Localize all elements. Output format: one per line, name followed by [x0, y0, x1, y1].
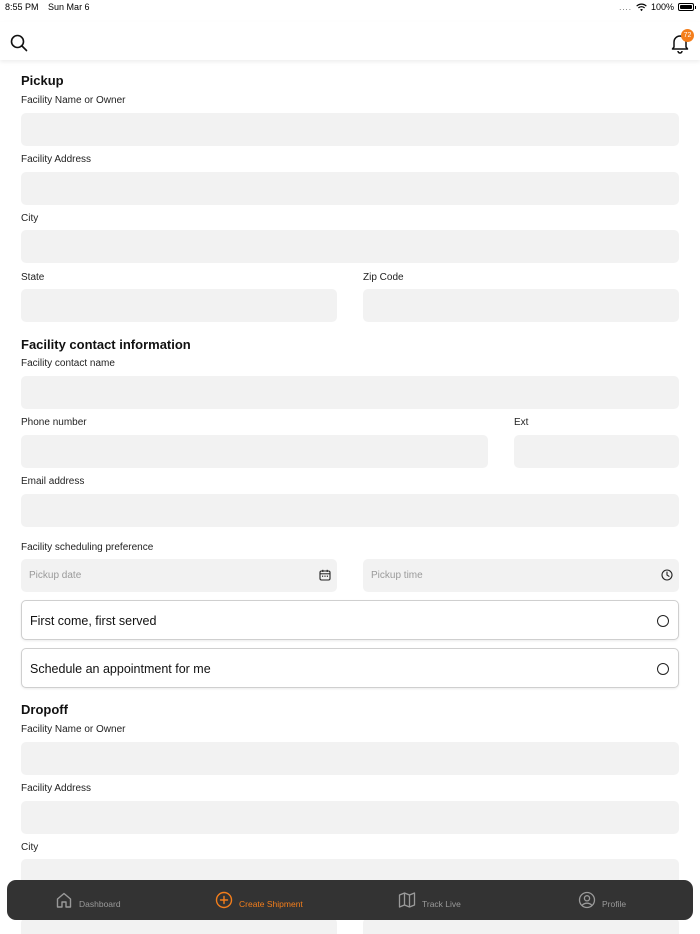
status-right: .... 100% — [619, 2, 696, 12]
map-icon — [398, 892, 416, 908]
status-bar: 8:55 PM Sun Mar 6 .... 100% — [0, 0, 700, 14]
pickup-facility-address-label: Facility Address — [21, 154, 92, 165]
option-schedule-appointment-label: Schedule an appointment for me — [30, 662, 211, 676]
dropoff-title: Dropoff — [21, 702, 68, 717]
pickup-zip-label: Zip Code — [363, 272, 404, 283]
pickup-time-placeholder: Pickup time — [371, 570, 423, 581]
wifi-icon — [636, 3, 647, 11]
dropoff-zip-input[interactable] — [363, 918, 679, 934]
battery-icon — [678, 3, 696, 11]
notifications-button[interactable]: 72 — [669, 29, 694, 54]
tab-create-shipment[interactable]: Create Shipment — [215, 880, 303, 920]
top-bar: 72 — [0, 22, 700, 60]
pickup-date-input[interactable]: Pickup date — [21, 559, 337, 592]
user-circle-icon — [578, 891, 596, 909]
dropoff-city-label: City — [21, 842, 39, 853]
calendar-icon[interactable] — [319, 569, 331, 581]
dropoff-facility-name-label: Facility Name or Owner — [21, 724, 126, 735]
pickup-state-label: State — [21, 272, 45, 283]
tab-dashboard[interactable]: Dashboard — [55, 880, 121, 920]
option-first-come-label: First come, first served — [30, 614, 157, 628]
option-first-come-radio[interactable] — [657, 615, 669, 627]
clock-icon[interactable] — [661, 569, 673, 581]
status-time: 8:55 PM — [5, 2, 39, 12]
home-icon — [56, 892, 72, 908]
dropoff-facility-address-input[interactable] — [21, 801, 679, 834]
tab-track-live-label: Track Live — [422, 899, 461, 909]
ext-input[interactable] — [514, 435, 679, 468]
pickup-date-placeholder: Pickup date — [29, 570, 82, 581]
dropoff-state-input[interactable] — [21, 918, 337, 934]
phone-input[interactable] — [21, 435, 488, 468]
pickup-city-label: City — [21, 213, 39, 224]
dropoff-facility-address-label: Facility Address — [21, 783, 92, 794]
signal-dots: .... — [619, 2, 632, 12]
pickup-facility-name-input[interactable] — [21, 113, 679, 146]
pickup-city-input[interactable] — [21, 230, 679, 263]
contact-title: Facility contact information — [21, 337, 191, 352]
phone-label: Phone number — [21, 417, 87, 428]
option-schedule-appointment-radio[interactable] — [657, 663, 669, 675]
dropoff-facility-name-input[interactable] — [21, 742, 679, 775]
ext-label: Ext — [514, 417, 529, 428]
bottom-tab-bar: Dashboard Create Shipment Track Live Pro… — [7, 880, 693, 920]
contact-name-label: Facility contact name — [21, 358, 115, 369]
search-button[interactable] — [9, 33, 29, 53]
pickup-facility-name-label: Facility Name or Owner — [21, 95, 126, 106]
option-first-come[interactable]: First come, first served — [21, 600, 679, 640]
pickup-title: Pickup — [21, 73, 64, 88]
tab-profile-label: Profile — [602, 899, 627, 909]
search-icon — [10, 34, 28, 52]
status-date: Sun Mar 6 — [48, 2, 90, 12]
tab-profile[interactable]: Profile — [578, 880, 626, 920]
pickup-zip-input[interactable] — [363, 289, 679, 322]
pickup-time-input[interactable]: Pickup time — [363, 559, 679, 592]
tab-track-live[interactable]: Track Live — [398, 880, 461, 920]
pickup-facility-address-input[interactable] — [21, 172, 679, 205]
tab-dashboard-label: Dashboard — [79, 899, 121, 909]
option-schedule-appointment[interactable]: Schedule an appointment for me — [21, 648, 679, 688]
tab-create-shipment-label: Create Shipment — [239, 899, 303, 909]
plus-circle-icon — [215, 891, 233, 909]
contact-name-input[interactable] — [21, 376, 679, 409]
email-label: Email address — [21, 476, 85, 487]
status-left: 8:55 PM Sun Mar 6 — [5, 2, 90, 12]
notification-badge: 72 — [681, 29, 694, 42]
scheduling-label: Facility scheduling preference — [21, 542, 154, 553]
battery-percent: 100% — [650, 2, 674, 12]
pickup-state-input[interactable] — [21, 289, 337, 322]
email-input[interactable] — [21, 494, 679, 527]
